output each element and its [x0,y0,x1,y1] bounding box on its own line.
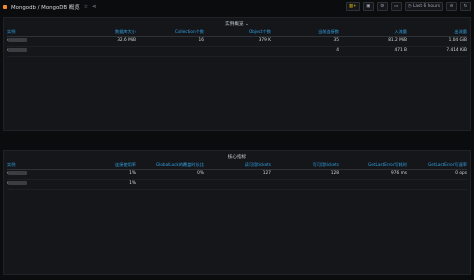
top-navbar: Mongodb / MongoDB 概览 ☆ ⋖ ▥+ ▣ ⚙ ▭ ◷ Last… [0,0,474,13]
redacted-block [8,181,27,185]
cell: 4 [336,48,339,53]
table-row: sme 32.6 MiB 16 379 K 35 81.2 MiB 1.04 G… [7,38,467,47]
table-header: 实例 数据库大小 Collection个数 Object个数 当前连接数 入流量… [7,29,467,37]
panel-core-metrics: 核心指标 实例 连接使用率 GlobalLock的覆盖时长比 读可用ticket… [3,150,471,275]
cell: 128 [330,171,339,176]
redacted-block [8,38,27,42]
cell: 32.6 MiB [117,38,136,43]
tv-icon[interactable]: ▭ [390,2,402,11]
column-header[interactable]: GetLastError写速率 [428,162,467,168]
table-header: 实例 连接使用率 GlobalLock的覆盖时长比 读可用tickets 写可用… [7,162,467,170]
dashboard-grid-icon[interactable] [3,4,7,9]
cell: 0% [197,171,204,176]
panel-title[interactable]: 核心指标 [4,154,470,160]
panel-title[interactable]: 实例概览 ⌄ [4,21,470,27]
column-header[interactable]: 入流量 [394,29,407,35]
column-header[interactable]: 出流量 [454,29,467,35]
redacted-block [8,171,27,175]
panel-instance-overview: 实例概览 ⌄ 实例 数据库大小 Collection个数 Object个数 当前… [3,17,471,131]
cell: 127 [262,171,271,176]
redacted-block [8,48,27,52]
share-icon[interactable]: ⋖ [92,4,96,10]
cell: 35 [333,38,339,43]
add-panel-icon[interactable]: ▥+ [345,2,360,11]
cell: 471 B [394,48,407,53]
column-header[interactable]: 读可用tickets [245,162,271,168]
column-header[interactable]: 当前连接数 [318,29,339,35]
settings-icon[interactable]: ⚙ [376,2,388,11]
star-icon[interactable]: ☆ [84,4,88,10]
time-range-picker[interactable]: ◷ Last 6 hours [404,2,443,11]
zoom-out-icon[interactable]: ⊖ [446,2,457,11]
column-header[interactable]: 连接使用率 [115,162,136,168]
refresh-icon[interactable]: ↻ [460,2,471,11]
column-header[interactable]: GetLastError写耗时 [368,162,407,168]
column-header[interactable]: Object个数 [249,29,271,35]
cell: 1% [129,181,136,186]
table-row: sme 1% 0% 127 128 976 ms 0 ops [7,171,467,180]
cell: 1.04 GiB [448,38,467,43]
table-row: sme 4 471 B 7.414 KiB [7,48,467,57]
column-header[interactable]: 实例 [7,162,15,168]
cell: 379 K [258,38,271,43]
column-header[interactable]: 实例 [7,29,15,35]
save-icon[interactable]: ▣ [362,2,374,11]
column-header[interactable]: GlobalLock的覆盖时长比 [156,162,204,168]
toolbar: ▥+ ▣ ⚙ ▭ ◷ Last 6 hours ⊖ ↻ [345,2,471,11]
time-range-label: Last 6 hours [412,4,440,9]
cell: 7.414 KiB [446,48,467,53]
column-header[interactable]: 数据库大小 [115,29,136,35]
cell: 976 ms [391,171,407,176]
cell: 0 ops [455,171,467,176]
column-header[interactable]: Collection个数 [175,29,204,35]
cell: 1% [129,171,136,176]
table-row: sme 1% [7,181,467,190]
dashboard-title[interactable]: Mongodb / MongoDB 概览 [11,3,80,11]
cell: 16 [198,38,204,43]
column-header[interactable]: 写可用tickets [313,162,339,168]
cell: 81.2 MiB [388,38,407,43]
